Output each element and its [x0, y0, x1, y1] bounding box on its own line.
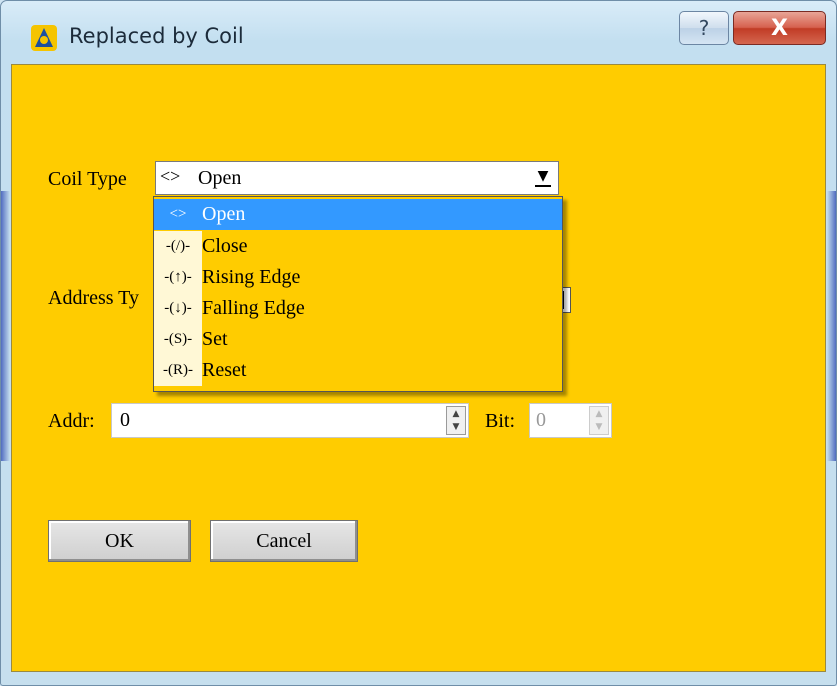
- help-button[interactable]: ?: [679, 11, 729, 45]
- dropdown-item-label: Open: [202, 203, 246, 225]
- bit-spinner[interactable]: ▲ ▼: [589, 406, 609, 435]
- coil-falling-edge-icon: -(↓)-: [154, 293, 202, 324]
- window-edge-left: [1, 191, 10, 461]
- ok-button[interactable]: OK: [48, 520, 191, 562]
- dropdown-item-label: Reset: [202, 359, 247, 381]
- spin-up-icon[interactable]: ▲: [453, 409, 460, 419]
- dropdown-item-reset[interactable]: -(R)- Reset: [154, 355, 562, 386]
- addr-value: 0: [120, 409, 130, 431]
- title-bar[interactable]: Replaced by Coil ? X: [1, 1, 836, 63]
- coil-set-icon: -(S)-: [154, 324, 202, 355]
- dropdown-item-rising-edge[interactable]: -(↑)- Rising Edge: [154, 262, 562, 293]
- coil-open-icon: <>: [154, 199, 202, 230]
- address-type-label: Address Ty: [48, 287, 140, 309]
- dropdown-item-label: Falling Edge: [202, 297, 305, 319]
- dropdown-item-falling-edge[interactable]: -(↓)- Falling Edge: [154, 293, 562, 324]
- coil-open-icon: <>: [160, 166, 181, 186]
- dropdown-item-label: Rising Edge: [202, 266, 301, 288]
- dialog-window: Replaced by Coil ? X Coil Type <> Open ▼…: [0, 0, 837, 686]
- coil-reset-icon: -(R)-: [154, 355, 202, 386]
- coil-type-dropdown-list: <> Open -(/)- Close -(↑)- Rising Edge -(…: [153, 196, 563, 392]
- spin-down-icon[interactable]: ▼: [453, 422, 460, 432]
- dropdown-item-set[interactable]: -(S)- Set: [154, 324, 562, 355]
- addr-input[interactable]: 0 ▲ ▼: [111, 403, 469, 438]
- coil-close-icon: -(/)-: [154, 231, 202, 262]
- coil-type-value: Open: [198, 167, 242, 189]
- dropdown-item-label: Close: [202, 235, 248, 257]
- bit-value: 0: [536, 409, 546, 431]
- dropdown-item-label: Set: [202, 328, 228, 350]
- addr-label: Addr:: [48, 410, 95, 432]
- close-button[interactable]: X: [733, 11, 826, 45]
- spin-up-icon[interactable]: ▲: [596, 409, 603, 419]
- app-logo-icon: [31, 25, 57, 51]
- bit-label: Bit:: [485, 410, 516, 432]
- dropdown-item-close[interactable]: -(/)- Close: [154, 231, 562, 262]
- coil-type-combo[interactable]: <> Open ▼: [155, 161, 559, 195]
- chevron-down-icon[interactable]: ▼: [532, 168, 554, 190]
- addr-spinner[interactable]: ▲ ▼: [446, 406, 466, 435]
- coil-type-label: Coil Type: [48, 168, 127, 190]
- spin-down-icon[interactable]: ▼: [596, 422, 603, 432]
- window-edge-right: [827, 191, 836, 461]
- bit-input[interactable]: 0 ▲ ▼: [529, 403, 612, 438]
- dropdown-item-open[interactable]: <> Open: [154, 199, 562, 230]
- cancel-button[interactable]: Cancel: [210, 520, 358, 562]
- window-title: Replaced by Coil: [69, 24, 244, 48]
- coil-rising-edge-icon: -(↑)-: [154, 262, 202, 293]
